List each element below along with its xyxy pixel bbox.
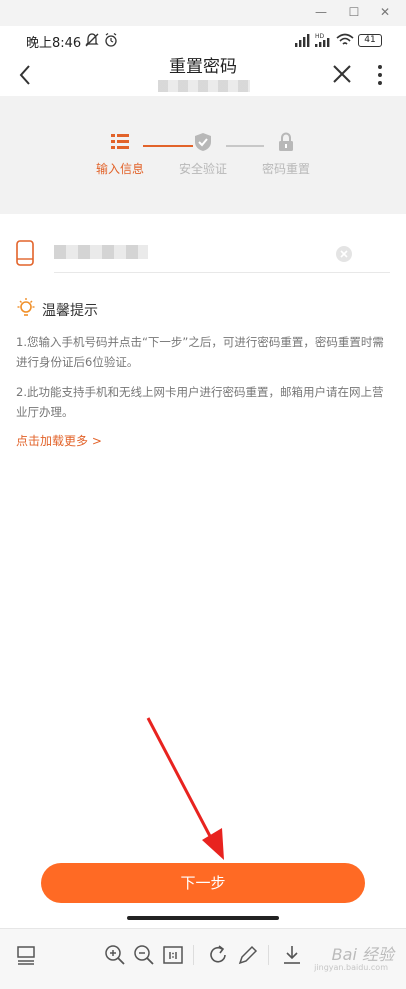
battery-indicator: 41 <box>358 34 382 47</box>
svg-text:HD: HD <box>315 33 325 40</box>
zoom-in-icon[interactable] <box>103 943 127 967</box>
input-underline <box>54 272 390 273</box>
nav-bar: 重置密码 <box>0 56 406 96</box>
rotate-icon[interactable] <box>206 943 230 967</box>
toolbar-separator <box>268 945 269 965</box>
phone-number-input[interactable] <box>54 245 148 259</box>
watermark: Bai 经验 <box>331 945 394 964</box>
step-password-reset: 密码重置 <box>246 132 326 177</box>
phone-input-row[interactable] <box>16 232 390 274</box>
watermark-url: jingyan.baidu.com <box>314 963 388 972</box>
toolbar-separator <box>193 945 194 965</box>
step-input-info: 输入信息 <box>80 132 160 177</box>
lock-icon <box>279 132 293 151</box>
clear-input-icon[interactable] <box>336 246 352 262</box>
wifi-icon <box>336 33 354 45</box>
tips-title: 温馨提示 <box>42 303 98 319</box>
shield-check-icon <box>195 133 211 151</box>
alarm-clock-icon <box>105 33 117 47</box>
home-indicator <box>127 916 279 920</box>
signal-icon <box>295 34 310 47</box>
mute-alarm-icon <box>85 33 99 47</box>
blurred-subtitle <box>158 80 250 92</box>
close-window-button[interactable]: ✕ <box>376 3 394 21</box>
download-icon[interactable] <box>280 943 304 967</box>
annotation-arrow <box>146 717 224 860</box>
list-icon <box>111 134 129 149</box>
zoom-out-icon[interactable] <box>132 943 156 967</box>
tip-item: 1.您输入手机号码并点击“下一步”之后，可进行密码重置，密码重置时需进行身份证后… <box>16 335 384 369</box>
minimize-button[interactable]: — <box>312 3 330 21</box>
window-titlebar: — ☐ ✕ <box>0 0 406 26</box>
step-label: 密码重置 <box>261 162 310 176</box>
actual-size-icon[interactable] <box>161 943 185 967</box>
more-options-icon[interactable] <box>376 64 384 86</box>
status-time: 晚上8:46 <box>26 36 82 51</box>
load-more-link[interactable]: 点击加载更多 > <box>16 432 102 449</box>
signal-hd-icon: HD <box>315 33 330 47</box>
viewer-toolbar: Bai 经验 jingyan.baidu.com <box>0 928 406 989</box>
status-bar: 晚上8:46 HD 41 <box>0 26 406 56</box>
lightbulb-icon <box>17 298 35 316</box>
step-security-verify: 安全验证 <box>163 132 243 177</box>
phone-icon <box>16 240 34 266</box>
thumbnail-view-icon[interactable] <box>14 943 38 967</box>
progress-steps: 输入信息 安全验证 密码重置 <box>0 96 406 214</box>
step-label: 输入信息 <box>95 162 144 176</box>
tip-item: 2.此功能支持手机和无线上网卡用户进行密码重置，邮箱用户请在网上营业厅办理。 <box>16 385 384 419</box>
maximize-button[interactable]: ☐ <box>345 3 363 21</box>
edit-pen-icon[interactable] <box>236 943 260 967</box>
battery-level: 41 <box>364 35 376 45</box>
close-icon[interactable] <box>332 64 352 84</box>
next-button[interactable]: 下一步 <box>41 863 365 903</box>
step-label: 安全验证 <box>178 162 227 176</box>
